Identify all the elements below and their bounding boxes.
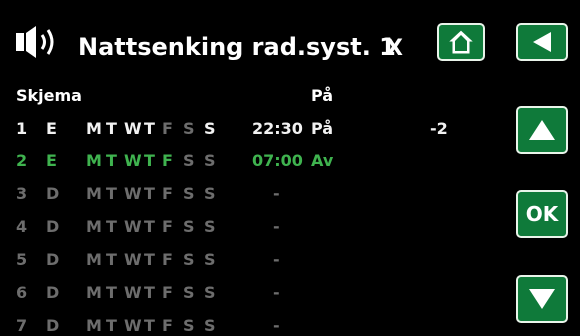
day-sun: S [204,250,216,269]
day-sun: S [204,119,216,138]
home-button[interactable] [437,23,485,61]
row-number: 3 [16,184,28,203]
schedule-row-1[interactable]: 1 E M T W T F S S 22:30 På -2 [0,119,500,145]
day-thu: T [144,283,155,302]
day-sun: S [204,283,216,302]
day-thu: T [144,250,155,269]
day-sat: S [183,283,195,302]
row-time: - [273,250,280,269]
close-button[interactable]: X [386,36,403,61]
day-sat: S [183,316,195,335]
row-state: Av [311,151,334,170]
day-fri: F [162,250,173,269]
row-value: -2 [430,119,448,138]
row-number: 7 [16,316,28,335]
row-time: - [273,217,280,236]
up-arrow-icon [529,120,555,140]
day-wed: W [124,151,142,170]
day-tue: T [106,151,117,170]
day-wed: W [124,283,142,302]
day-sat: S [183,250,195,269]
day-wed: W [124,316,142,335]
schedule-row-6[interactable]: 6 D M T W T F S S - [0,283,500,309]
down-arrow-icon [529,289,555,309]
schedule-row-4[interactable]: 4 D M T W T F S S - [0,217,500,243]
schedule-row-3[interactable]: 3 D M T W T F S S - [0,184,500,210]
day-mon: M [86,119,102,138]
day-tue: T [106,217,117,236]
day-sat: S [183,184,195,203]
ok-button[interactable]: OK [516,190,568,238]
day-mon: M [86,184,102,203]
row-state: På [311,119,334,138]
day-tue: T [106,283,117,302]
row-time: 07:00 [252,151,303,170]
row-number: 2 [16,151,28,170]
back-arrow-icon [533,32,551,52]
day-fri: F [162,283,173,302]
row-time: - [273,283,280,302]
day-sat: S [183,119,195,138]
day-thu: T [144,151,155,170]
day-wed: W [124,184,142,203]
schema-header: Skjema [16,86,82,105]
day-wed: W [124,119,142,138]
day-sun: S [204,184,216,203]
day-sat: S [183,151,195,170]
schedule-row-5[interactable]: 5 D M T W T F S S - [0,250,500,276]
scroll-down-button[interactable] [516,275,568,323]
day-fri: F [162,217,173,236]
row-code: D [46,316,60,335]
day-thu: T [144,316,155,335]
day-sun: S [204,151,216,170]
speaker-icon [16,26,54,58]
day-fri: F [162,316,173,335]
row-time: - [273,184,280,203]
day-wed: W [124,217,142,236]
scroll-up-button[interactable] [516,106,568,154]
header: Nattsenking rad.syst. 1 X [0,0,580,80]
day-tue: T [106,316,117,335]
row-number: 6 [16,283,28,302]
row-number: 1 [16,119,28,138]
day-fri: F [162,184,173,203]
day-mon: M [86,151,102,170]
state-header: På [311,86,334,105]
day-mon: M [86,217,102,236]
row-time: 22:30 [252,119,303,138]
day-thu: T [144,119,155,138]
schedule-row-7[interactable]: 7 D M T W T F S S - [0,316,500,336]
day-mon: M [86,283,102,302]
row-number: 5 [16,250,28,269]
day-tue: T [106,119,117,138]
back-button[interactable] [516,23,568,61]
row-code: D [46,184,60,203]
day-mon: M [86,316,102,335]
row-code: D [46,217,60,236]
day-thu: T [144,184,155,203]
day-thu: T [144,217,155,236]
day-tue: T [106,184,117,203]
day-wed: W [124,250,142,269]
row-code: D [46,283,60,302]
day-sat: S [183,217,195,236]
row-code: D [46,250,60,269]
page-title: Nattsenking rad.syst. 1 [78,33,396,61]
day-fri: F [162,151,173,170]
row-time: - [273,316,280,335]
day-sun: S [204,316,216,335]
schedule-row-2[interactable]: 2 E M T W T F S S 07:00 Av [0,151,500,177]
home-icon [446,29,476,55]
row-code: E [46,119,57,138]
row-code: E [46,151,57,170]
row-number: 4 [16,217,28,236]
day-sun: S [204,217,216,236]
day-fri: F [162,119,173,138]
day-mon: M [86,250,102,269]
day-tue: T [106,250,117,269]
